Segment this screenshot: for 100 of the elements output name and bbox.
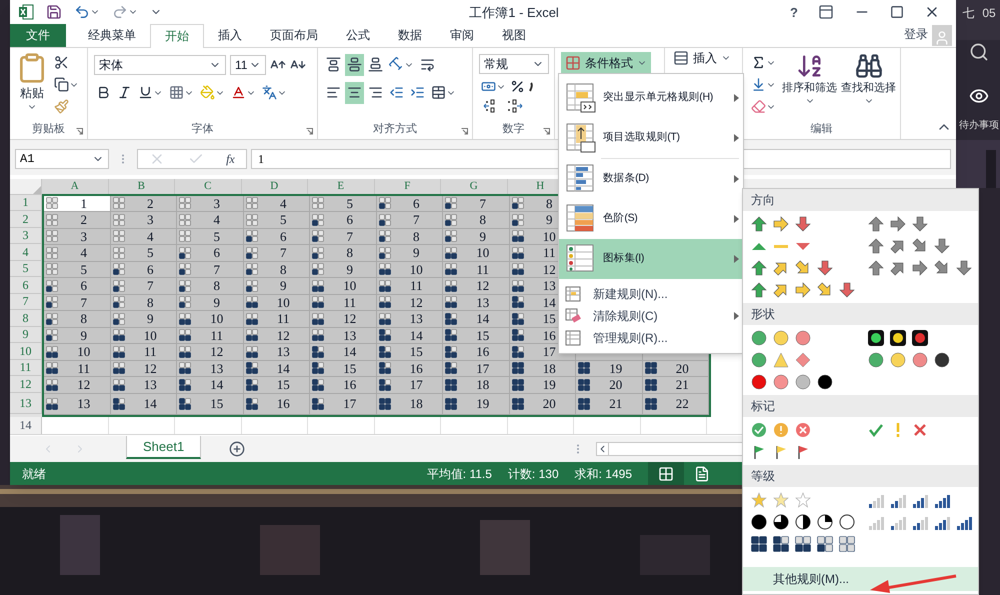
grid-cell[interactable]: 14	[244, 360, 310, 378]
row-number[interactable]: 12	[20, 374, 32, 393]
comma-style-icon[interactable]	[527, 80, 535, 94]
grid-cell[interactable]: 21	[576, 394, 642, 415]
grid-cell[interactable]: 17	[310, 394, 376, 415]
ribbon-tab[interactable]: 数据	[384, 24, 436, 47]
menu-item[interactable]: 图标集(I)	[559, 239, 743, 279]
more-rules-item[interactable]: 其他规则(M)...	[743, 567, 978, 591]
grid-cell[interactable]: 8	[376, 228, 443, 246]
ribbon-tab[interactable]: 文件	[10, 24, 66, 47]
font-name-dropdown[interactable]: 宋体	[94, 54, 226, 75]
row-number[interactable]: 11	[20, 358, 32, 376]
grid-cell[interactable]: 8	[310, 245, 376, 262]
grid-cell[interactable]: 4	[44, 245, 110, 262]
grid-cell[interactable]: 9	[44, 328, 110, 344]
grid-cell[interactable]: 4	[244, 196, 310, 212]
insert-function-button[interactable]: fx	[226, 150, 235, 168]
grid-cell[interactable]: 14	[443, 311, 510, 328]
grid-cell[interactable]: 4	[110, 228, 177, 246]
grid-cell[interactable]: 14	[376, 328, 443, 344]
redo-icon[interactable]	[112, 4, 128, 20]
grid-cell[interactable]: 19	[576, 360, 642, 378]
grid-cell[interactable]: 13	[44, 394, 110, 415]
grid-cell[interactable]: 9	[110, 311, 177, 328]
row-number[interactable]: 6	[22, 276, 28, 294]
row-number[interactable]: 2	[22, 210, 28, 228]
grid-cell[interactable]: 9	[177, 294, 244, 312]
excel-logo-icon[interactable]	[18, 4, 34, 20]
row-number[interactable]: 4	[22, 242, 28, 261]
grid-cell[interactable]: 14	[310, 344, 376, 361]
grid-cell[interactable]: 6	[177, 245, 244, 262]
horizontal-align-button[interactable]	[345, 82, 364, 104]
grid-cell[interactable]: 6	[110, 262, 177, 278]
grid-cell[interactable]: 17	[376, 377, 443, 394]
row-number[interactable]: 3	[22, 226, 28, 244]
decrease-decimal-icon[interactable]	[505, 98, 523, 114]
column-header[interactable]: A	[70, 178, 79, 194]
sheet-tab[interactable]: Sheet1	[126, 436, 202, 460]
grid-cell[interactable]: 7	[376, 212, 443, 229]
ribbon-tab[interactable]: 审阅	[436, 24, 488, 47]
ribbon-tab[interactable]: 经典菜单	[74, 24, 150, 47]
grid-cell[interactable]: 7	[177, 262, 244, 278]
grid-cell[interactable]: 4	[177, 212, 244, 229]
grid-cell[interactable]: 15	[376, 344, 443, 361]
grid-cell[interactable]: 10	[244, 294, 310, 312]
login-link[interactable]: 登录	[904, 24, 928, 43]
grid-cell[interactable]: 10	[177, 311, 244, 328]
save-icon[interactable]	[46, 4, 62, 20]
grid-cell[interactable]: 12	[44, 377, 110, 394]
grid-cell[interactable]: 13	[110, 377, 177, 394]
grid-cell[interactable]: 10	[376, 262, 443, 278]
grid-cell[interactable]: 9	[244, 278, 310, 295]
grid-cell[interactable]: 20	[510, 394, 576, 415]
grid-cell[interactable]: 19	[510, 377, 576, 394]
grid-cell[interactable]: 9	[443, 228, 510, 246]
grid-cell[interactable]: 10	[44, 344, 110, 361]
grid-cell[interactable]: 5	[44, 262, 110, 278]
grid-cell[interactable]: 5	[177, 228, 244, 246]
grid-cell[interactable]: 7	[310, 228, 376, 246]
font-size-dropdown[interactable]: 11	[230, 54, 266, 75]
grid-cell[interactable]: 13	[376, 311, 443, 328]
grid-cell[interactable]: 8	[44, 311, 110, 328]
grid-cell[interactable]: 6	[44, 278, 110, 295]
grid-cell[interactable]: 20	[576, 377, 642, 394]
grid-cell[interactable]: 11	[244, 311, 310, 328]
new-sheet-icon[interactable]	[229, 441, 246, 458]
grid-cell[interactable]: 13	[443, 294, 510, 312]
column-header[interactable]: D	[270, 178, 278, 194]
grid-cell[interactable]: 8	[177, 278, 244, 295]
ribbon-tab[interactable]: 页面布局	[256, 24, 332, 47]
ribbon-display-icon[interactable]	[818, 4, 834, 20]
grid-cell[interactable]: 5	[310, 196, 376, 212]
grid-cell[interactable]: 12	[244, 328, 310, 344]
grid-cell[interactable]: 18	[443, 377, 510, 394]
row-number[interactable]: 5	[22, 259, 28, 278]
grid-cell[interactable]: 12	[177, 344, 244, 361]
grid-cell[interactable]: 11	[376, 278, 443, 295]
grid-cell[interactable]: 12	[443, 278, 510, 295]
grid-cell[interactable]: 17	[443, 360, 510, 378]
maximize-icon[interactable]	[890, 5, 904, 20]
sort-filter-button[interactable]: 排序和筛选	[782, 52, 837, 118]
grid-cell[interactable]: 7	[244, 245, 310, 262]
row-number[interactable]: 9	[22, 325, 28, 344]
grid-cell[interactable]: 5	[244, 212, 310, 229]
grid-cell[interactable]: 7	[110, 278, 177, 295]
grid-cell[interactable]: 14	[177, 377, 244, 394]
search-icon[interactable]	[969, 42, 989, 62]
grid-cell[interactable]: 11	[310, 294, 376, 312]
grid-cell[interactable]: 19	[443, 394, 510, 415]
grid-cell[interactable]: 18	[376, 394, 443, 415]
grid-cell[interactable]: 6	[244, 228, 310, 246]
grid-cell[interactable]: 9	[376, 245, 443, 262]
dialog-launcher-icon[interactable]	[543, 128, 550, 135]
grid-cell[interactable]: 16	[310, 377, 376, 394]
grid-cell[interactable]: 3	[44, 228, 110, 246]
grid-cell[interactable]: 6	[376, 196, 443, 212]
row-number[interactable]: 7	[22, 292, 28, 310]
grid-cell[interactable]: 11	[177, 328, 244, 344]
grid-cell[interactable]: 15	[443, 328, 510, 344]
help-button[interactable]: ?	[790, 2, 798, 22]
